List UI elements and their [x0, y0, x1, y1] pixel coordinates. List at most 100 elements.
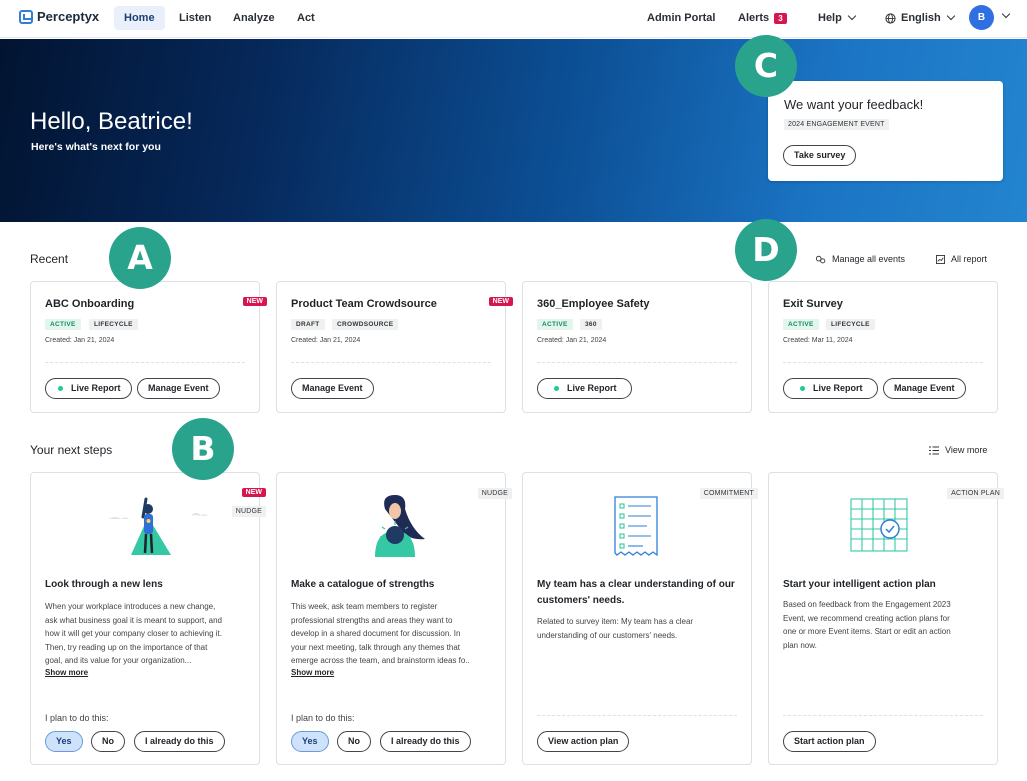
person-illustration-icon	[375, 495, 425, 557]
live-report-label: Live Report	[813, 383, 863, 393]
step-title: Look through a new lens	[45, 579, 163, 590]
no-button[interactable]: No	[91, 731, 125, 752]
type-tag: LIFECYCLE	[89, 319, 138, 330]
event-title: Exit Survey	[783, 298, 843, 310]
event-title: Product Team Crowdsource	[291, 298, 437, 310]
language-menu[interactable]: English	[885, 0, 955, 36]
description-line: ask what business goal it is meant to su…	[45, 615, 222, 625]
recent-event-card[interactable]: Exit Survey ACTIVE LIFECYCLE Created: Ma…	[768, 281, 998, 413]
all-report-link[interactable]: All report	[936, 254, 987, 264]
created-date: Created: Mar 11, 2024	[783, 337, 853, 344]
next-step-card[interactable]: NEW NUDGE Look through a new lens When y…	[30, 472, 266, 765]
live-report-label: Live Report	[71, 383, 121, 393]
description-line: how it will get your company closer to a…	[45, 629, 222, 638]
feedback-card: We want your feedback! 2024 ENGAGEMENT E…	[768, 81, 1003, 181]
new-badge: NEW	[488, 297, 513, 306]
description-line: Based on feedback from the Engagement 20…	[783, 600, 951, 609]
page-root: { "nav": { "brand": "Perceptyx", "tabs":…	[0, 0, 1027, 781]
live-report-button[interactable]: Live Report	[45, 378, 132, 399]
no-button[interactable]: No	[337, 731, 371, 752]
divider	[537, 715, 737, 716]
live-dot-icon	[554, 386, 559, 392]
live-dot-icon	[58, 386, 63, 392]
next-step-card[interactable]: COMMITMENT My team has a clear understan…	[522, 472, 758, 765]
start-action-plan-button[interactable]: Start action plan	[783, 731, 876, 752]
checklist-illustration-icon	[614, 496, 658, 557]
step-title-line: My team has a clear understanding of our	[537, 579, 735, 590]
step-description: Based on feedback from the Engagement 20…	[783, 598, 989, 652]
plan-label: I plan to do this:	[291, 713, 355, 723]
status-tag: ACTIVE	[783, 319, 819, 330]
brand-logo[interactable]: Perceptyx	[19, 9, 99, 24]
already-do-this-button[interactable]: I already do this	[380, 731, 471, 752]
event-title: 360_Employee Safety	[537, 298, 650, 310]
live-report-button[interactable]: Live Report	[537, 378, 632, 399]
brand-name: Perceptyx	[37, 9, 100, 24]
take-survey-button[interactable]: Take survey	[783, 145, 857, 166]
type-tag: CROWDSOURCE	[332, 319, 399, 330]
status-tag: ACTIVE	[45, 319, 81, 330]
step-title: My team has a clear understanding of our…	[537, 577, 742, 609]
description-line: one or more Event items. Start or edit a…	[783, 627, 951, 636]
alerts-button[interactable]: Alerts 3	[738, 0, 787, 36]
callout-marker-a: A	[109, 227, 171, 289]
description-line: Related to survey item: My team has a cl…	[537, 617, 694, 626]
next-steps-section-title: Your next steps	[30, 443, 113, 457]
divider	[783, 362, 983, 363]
created-date: Created: Jan 21, 2024	[45, 337, 115, 344]
superhero-illustration-icon	[109, 497, 208, 555]
step-description: Related to survey item: My team has a cl…	[537, 615, 743, 642]
user-avatar[interactable]: B	[969, 5, 994, 30]
globe-icon	[885, 12, 896, 24]
status-tag: ACTIVE	[537, 319, 573, 330]
alerts-count-badge: 3	[774, 12, 787, 24]
yes-button[interactable]: Yes	[45, 731, 83, 752]
description-line: This week, ask team members to register	[291, 602, 438, 611]
report-icon	[936, 254, 945, 264]
manage-event-button[interactable]: Manage Event	[291, 378, 374, 399]
recent-event-card[interactable]: ABC Onboarding NEW ACTIVE LIFECYCLE Crea…	[30, 281, 267, 413]
step-title-line: customers' needs.	[537, 595, 625, 606]
help-menu[interactable]: Help	[818, 0, 857, 36]
live-report-button[interactable]: Live Report	[783, 378, 878, 399]
description-line: When your workplace introduces a new cha…	[45, 602, 216, 611]
type-tag: LIFECYCLE	[826, 319, 875, 330]
chevron-down-icon	[946, 11, 955, 21]
yes-button[interactable]: Yes	[291, 731, 329, 752]
manage-event-button[interactable]: Manage Event	[137, 378, 220, 399]
step-title: Start your intelligent action plan	[783, 579, 936, 590]
live-dot-icon	[800, 386, 805, 392]
show-more-link[interactable]: Show more	[45, 668, 88, 677]
admin-portal-link[interactable]: Admin Portal	[647, 0, 715, 36]
gears-icon	[815, 255, 826, 263]
next-step-card[interactable]: NUDGE Make a catalogue of strengths This…	[276, 472, 512, 765]
description-line: plan now.	[783, 640, 817, 650]
already-do-this-button[interactable]: I already do this	[134, 731, 225, 752]
show-more-link[interactable]: Show more	[291, 668, 334, 677]
nav-tab-act[interactable]: Act	[287, 6, 325, 30]
view-more-label: View more	[945, 445, 988, 455]
type-tag: 360	[580, 319, 602, 330]
manage-event-button[interactable]: Manage Event	[883, 378, 966, 399]
chevron-down-icon	[847, 11, 857, 21]
nav-tab-home[interactable]: Home	[114, 6, 165, 30]
nav-tab-analyze[interactable]: Analyze	[223, 6, 285, 30]
status-tag: DRAFT	[291, 319, 325, 330]
callout-marker-b: B	[172, 418, 234, 480]
greeting-heading: Hello, Beatrice!	[30, 108, 193, 135]
view-action-plan-button[interactable]: View action plan	[537, 731, 630, 752]
recent-event-card[interactable]: 360_Employee Safety ACTIVE 360 Created: …	[522, 281, 752, 413]
nav-tab-listen[interactable]: Listen	[169, 6, 221, 30]
next-step-card[interactable]: ACTION PLAN Start your intelligent actio…	[768, 472, 1004, 765]
account-chevron-down-icon[interactable]	[1001, 9, 1011, 19]
recent-event-card[interactable]: Product Team Crowdsource NEW DRAFT CROWD…	[276, 281, 513, 413]
step-description: When your workplace introduces a new cha…	[45, 600, 251, 668]
callout-marker-c: C	[735, 35, 797, 97]
manage-all-events-link[interactable]: Manage all events	[815, 254, 905, 264]
description-line: emerge across the team, and brainstorm i…	[291, 656, 470, 665]
created-date: Created: Jan 21, 2024	[537, 337, 607, 344]
view-more-link[interactable]: View more	[929, 445, 987, 455]
manage-all-events-label: Manage all events	[832, 254, 906, 264]
description-line: Event, we recommend creating action plan…	[783, 613, 950, 623]
plan-label: I plan to do this:	[45, 713, 109, 723]
